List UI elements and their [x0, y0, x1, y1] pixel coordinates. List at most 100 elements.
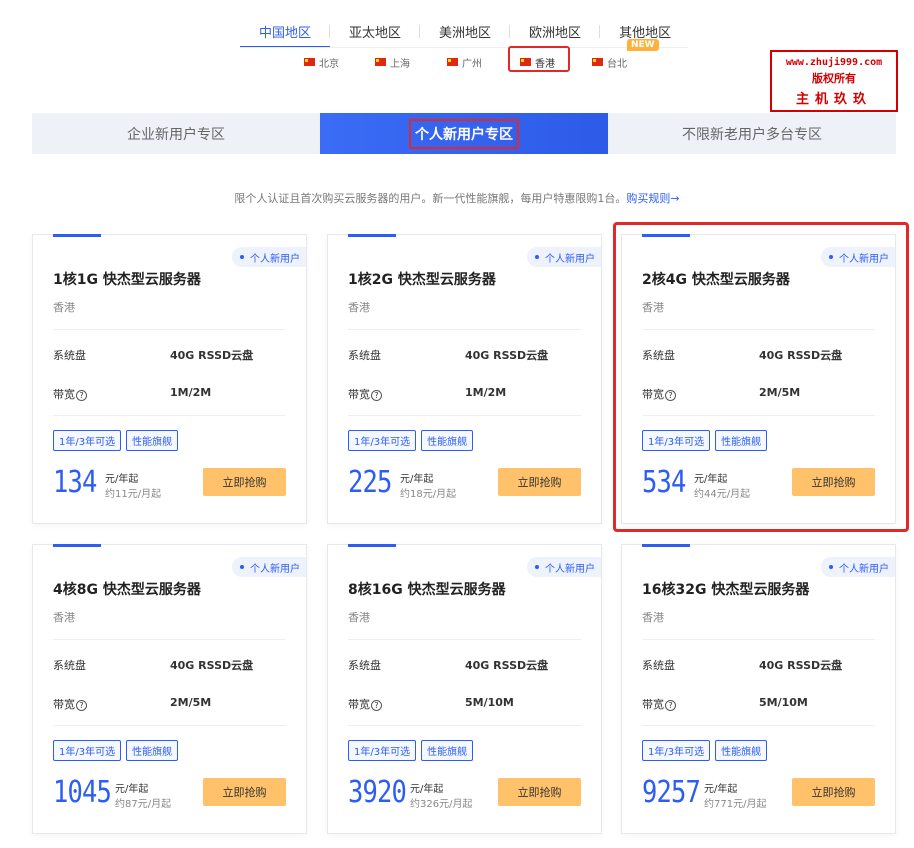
bandwidth-label-wrap: 带宽? — [348, 696, 382, 712]
product-title: 4核8G 快杰型云服务器 — [53, 582, 201, 598]
price-value: 225 — [348, 465, 392, 500]
product-title: 1核2G 快杰型云服务器 — [348, 272, 496, 288]
city-label: 北京 — [319, 58, 339, 70]
highlight-box-card — [613, 222, 909, 532]
card-accent-bar — [348, 234, 396, 237]
city-label: 上海 — [390, 58, 410, 70]
performance-badge: 性能旗舰 — [421, 430, 474, 451]
divider — [348, 639, 581, 640]
term-badge: 1年/3年可选 — [53, 430, 122, 451]
city-shanghai[interactable]: 上海 — [375, 52, 410, 72]
price-unit: 元/年起 — [105, 474, 139, 485]
system-disk-value: 40G RSSD云盘 — [170, 659, 254, 672]
personal-new-user-tag: 个人新用户 — [527, 557, 601, 577]
product-card: 个人新用户 1核2G 快杰型云服务器 香港 系统盘 40G RSSD云盘 带宽?… — [327, 234, 602, 524]
feature-badges: 1年/3年可选 性能旗舰 — [53, 430, 183, 451]
china-flag-icon — [447, 58, 458, 66]
product-location: 香港 — [53, 301, 75, 314]
buy-now-button[interactable]: 立即抢购 — [203, 778, 286, 806]
system-disk-label: 系统盘 — [348, 349, 381, 362]
product-title: 16核32G 快杰型云服务器 — [642, 582, 810, 598]
system-disk-value: 40G RSSD云盘 — [465, 659, 549, 672]
product-card: 个人新用户 16核32G 快杰型云服务器 香港 系统盘 40G RSSD云盘 带… — [621, 544, 896, 834]
tab-label: 企业新用户专区 — [127, 126, 225, 143]
tab-label: 其他地区 — [619, 25, 672, 41]
feature-badges: 1年/3年可选 性能旗舰 — [642, 740, 772, 761]
product-location: 香港 — [642, 611, 664, 624]
help-question-icon[interactable]: ? — [371, 389, 382, 401]
price-value: 9257 — [642, 775, 701, 810]
system-disk-label: 系统盘 — [53, 659, 86, 672]
china-flag-icon — [304, 58, 315, 66]
watermark-url: www.zhuji999.com — [785, 57, 883, 68]
divider — [53, 329, 286, 330]
personal-new-user-tag: 个人新用户 — [232, 247, 306, 267]
tab-enterprise-new-user[interactable]: 企业新用户专区 — [32, 113, 320, 154]
bandwidth-label-wrap: 带宽? — [53, 386, 87, 402]
performance-badge: 性能旗舰 — [126, 430, 179, 451]
buy-now-button[interactable]: 立即抢购 — [203, 468, 286, 496]
tab-americas-region[interactable]: 美洲地区 — [420, 14, 511, 48]
system-disk-value: 40G RSSD云盘 — [170, 349, 254, 362]
divider — [642, 639, 875, 640]
bandwidth-value: 5M/10M — [759, 696, 808, 709]
bandwidth-value: 2M/5M — [170, 696, 212, 709]
help-question-icon[interactable]: ? — [76, 699, 87, 711]
city-guangzhou[interactable]: 广州 — [447, 52, 482, 72]
performance-badge: 性能旗舰 — [715, 740, 768, 761]
bandwidth-value: 5M/10M — [465, 696, 514, 709]
tab-unlimited-multi-user[interactable]: 不限新老用户多台专区 — [608, 113, 896, 154]
tab-label: 美洲地区 — [439, 25, 492, 41]
buy-now-button[interactable]: 立即抢购 — [792, 778, 875, 806]
bandwidth-label: 带宽 — [53, 388, 75, 401]
china-flag-icon — [375, 58, 386, 66]
help-question-icon[interactable]: ? — [371, 699, 382, 711]
zone-description: 限个人认证且首次购买云服务器的用户。新一代性能旗舰，每用户特惠限购1台。购买规则… — [0, 190, 914, 206]
divider — [348, 329, 581, 330]
product-title: 8核16G 快杰型云服务器 — [348, 582, 506, 598]
card-accent-bar — [53, 234, 101, 237]
description-text: 限个人认证且首次购买云服务器的用户。新一代性能旗舰，每用户特惠限购1台。 — [234, 192, 627, 205]
highlight-box-hongkong — [508, 46, 570, 72]
tab-label: 中国地区 — [259, 25, 312, 41]
personal-new-user-tag: 个人新用户 — [232, 557, 306, 577]
bandwidth-value: 1M/2M — [170, 386, 212, 399]
purchase-rules-link[interactable]: 购买规则→ — [626, 192, 679, 205]
tab-asia-pacific-region[interactable]: 亚太地区 — [330, 14, 421, 48]
bandwidth-label: 带宽 — [348, 388, 370, 401]
card-accent-bar — [53, 544, 101, 547]
help-question-icon[interactable]: ? — [76, 389, 87, 401]
tab-label: 不限新老用户多台专区 — [682, 126, 822, 143]
buy-now-button[interactable]: 立即抢购 — [498, 468, 581, 496]
china-flag-icon — [592, 58, 603, 66]
product-card: 个人新用户 8核16G 快杰型云服务器 香港 系统盘 40G RSSD云盘 带宽… — [327, 544, 602, 834]
monthly-price: 约87元/月起 — [115, 799, 172, 810]
new-badge: NEW — [627, 39, 659, 51]
price-unit: 元/年起 — [400, 474, 434, 485]
bandwidth-label: 带宽 — [53, 698, 75, 711]
monthly-price: 约18元/月起 — [400, 489, 457, 500]
price-value: 1045 — [53, 775, 112, 810]
watermark-copyright: 版权所有 — [812, 72, 856, 85]
system-disk-label: 系统盘 — [348, 659, 381, 672]
term-badge: 1年/3年可选 — [348, 430, 417, 451]
help-question-icon[interactable]: ? — [665, 699, 676, 711]
price-unit: 元/年起 — [704, 784, 738, 795]
product-location: 香港 — [348, 611, 370, 624]
product-card: 个人新用户 1核1G 快杰型云服务器 香港 系统盘 40G RSSD云盘 带宽?… — [32, 234, 307, 524]
city-taipei[interactable]: 台北 — [592, 52, 627, 72]
personal-new-user-tag: 个人新用户 — [527, 247, 601, 267]
watermark: www.zhuji999.com 版权所有 主机玖玖 — [770, 50, 898, 112]
tab-europe-region[interactable]: 欧洲地区 — [510, 14, 601, 48]
tab-china-region[interactable]: 中国地区 — [240, 14, 331, 48]
tab-personal-new-user[interactable]: 个人新用户专区 — [320, 113, 608, 154]
monthly-price: 约326元/月起 — [410, 799, 473, 810]
bandwidth-label-wrap: 带宽? — [348, 386, 382, 402]
monthly-price: 约11元/月起 — [105, 489, 162, 500]
term-badge: 1年/3年可选 — [53, 740, 122, 761]
buy-now-button[interactable]: 立即抢购 — [498, 778, 581, 806]
city-beijing[interactable]: 北京 — [304, 52, 339, 72]
bandwidth-label-wrap: 带宽? — [642, 696, 676, 712]
term-badge: 1年/3年可选 — [642, 740, 711, 761]
monthly-price: 约771元/月起 — [704, 799, 767, 810]
